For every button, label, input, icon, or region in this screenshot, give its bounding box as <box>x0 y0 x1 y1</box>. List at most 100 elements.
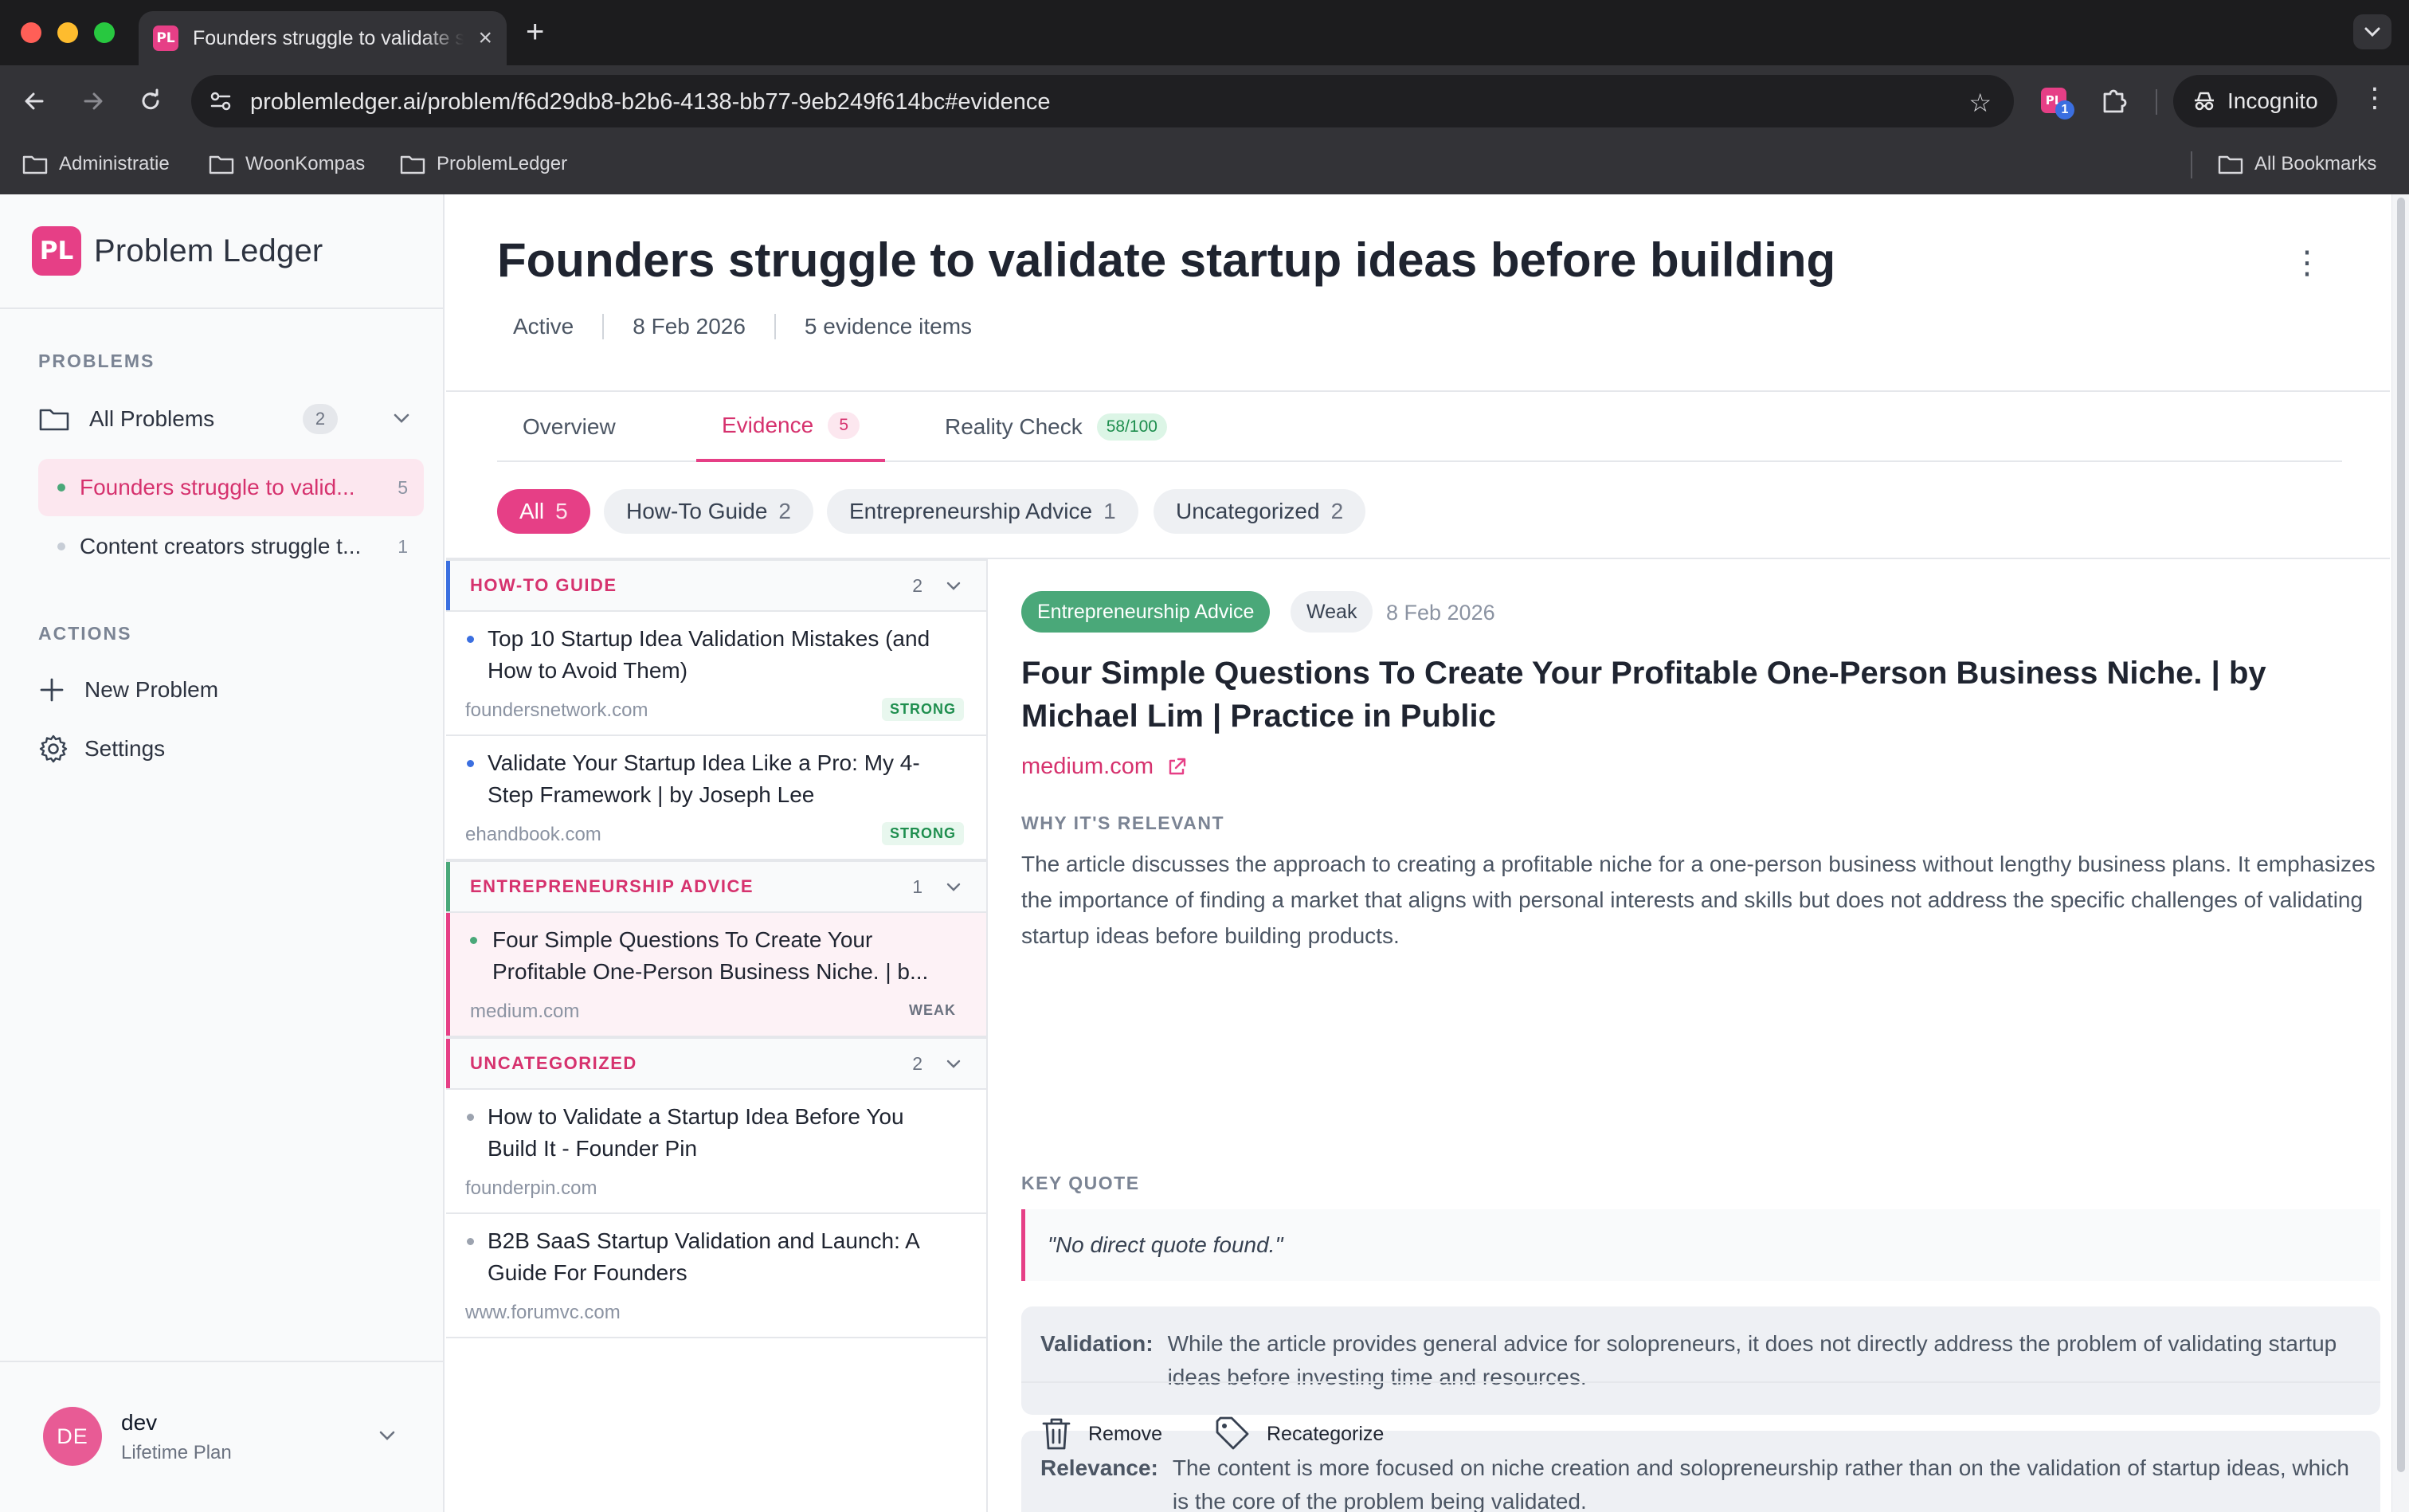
evidence-count: 5 evidence items <box>804 314 973 339</box>
bookmark-administratie[interactable]: Administratie <box>22 153 170 175</box>
evidence-domain: foundersnetwork.com <box>465 699 648 721</box>
chevron-down-icon[interactable] <box>945 881 962 894</box>
filter-uncategorized[interactable]: Uncategorized 2 <box>1154 489 1366 534</box>
tab-overview[interactable]: Overview <box>497 392 641 462</box>
source-link[interactable]: medium.com <box>1021 754 1187 780</box>
evidence-item-selected[interactable]: Four Simple Questions To Create Your Pro… <box>446 913 986 1037</box>
scrollbar-thumb[interactable] <box>2397 198 2405 1472</box>
avatar[interactable]: DE <box>43 1407 102 1466</box>
settings-label: Settings <box>84 736 166 761</box>
bookmark-star-icon[interactable]: ☆ <box>1968 88 1992 118</box>
source-domain: medium.com <box>1021 754 1154 779</box>
settings-button[interactable]: Settings <box>38 722 424 776</box>
category-dot <box>470 937 477 944</box>
evidence-title-line: How to Avoid Them) <box>488 658 688 683</box>
reload-icon[interactable] <box>132 83 169 119</box>
evidence-title-line: Top 10 Startup Idea Validation Mistakes … <box>488 626 930 651</box>
incognito-button[interactable]: Incognito <box>2173 75 2337 127</box>
forward-icon[interactable] <box>75 83 112 119</box>
browser-tab-active[interactable]: PL Founders struggle to validate startup… <box>139 11 507 65</box>
evidence-detail: Entrepreneurship Advice Weak 8 Feb 2026 … <box>989 559 2390 1512</box>
filter-all[interactable]: All 5 <box>497 489 590 534</box>
evidence-domain: medium.com <box>470 1001 580 1022</box>
selection-bar <box>446 913 450 1036</box>
evidence-item[interactable]: Validate Your Startup Idea Like a Pro: M… <box>446 736 986 860</box>
external-link-icon <box>1169 758 1186 774</box>
minimize-window-button[interactable] <box>57 22 78 43</box>
site-settings-icon[interactable] <box>209 89 233 117</box>
group-header-entrepreneurship-advice[interactable]: ENTREPRENEURSHIP ADVICE 1 <box>446 860 986 913</box>
new-problem-label: New Problem <box>84 677 219 702</box>
folder-icon <box>22 155 48 174</box>
folder-icon <box>39 409 69 431</box>
group-header-how-to-guide[interactable]: HOW-TO GUIDE 2 <box>446 559 986 612</box>
score-badge: 58/100 <box>1096 413 1167 441</box>
browser-menu-icon[interactable]: ⋮ <box>2361 84 2388 112</box>
tab-strip: PL Founders struggle to validate startup… <box>0 0 2409 65</box>
actions-section-heading: ACTIONS <box>38 623 132 644</box>
evidence-title-line: Four Simple Questions To Create Your <box>492 927 873 952</box>
tab-reality-check[interactable]: Reality Check 58/100 <box>919 392 1193 462</box>
filter-how-to-guide[interactable]: How-To Guide 2 <box>604 489 813 534</box>
extension-badge: 1 <box>2055 100 2074 119</box>
page-scrollbar[interactable] <box>2391 194 2409 1512</box>
evidence-item[interactable]: B2B SaaS Startup Validation and Launch: … <box>446 1214 986 1338</box>
remove-button[interactable]: Remove <box>1040 1416 1162 1451</box>
filter-count: 1 <box>1103 499 1116 523</box>
maximize-window-button[interactable] <box>94 22 115 43</box>
evidence-domain: www.forumvc.com <box>465 1302 621 1323</box>
evidence-item[interactable]: How to Validate a Startup Idea Before Yo… <box>446 1090 986 1214</box>
tab-search-icon[interactable] <box>2353 14 2391 49</box>
strength-badge: STRONG <box>881 822 964 845</box>
group-header-uncategorized[interactable]: UNCATEGORIZED 2 <box>446 1037 986 1090</box>
group-color-bar <box>446 561 450 610</box>
extensions-puzzle-icon[interactable] <box>2098 84 2130 120</box>
chevron-down-icon[interactable] <box>945 1058 962 1071</box>
folder-icon <box>2218 155 2243 174</box>
bookmark-label: ProblemLedger <box>437 153 568 174</box>
bookmark-woonkompas[interactable]: WoonKompas <box>209 153 365 175</box>
evidence-title-line: How to Validate a Startup Idea Before Yo… <box>488 1104 904 1129</box>
close-tab-icon[interactable]: × <box>478 26 492 50</box>
new-problem-button[interactable]: New Problem <box>38 663 424 717</box>
app-root: PL Problem Ledger PROBLEMS All Problems … <box>0 194 2409 1512</box>
app-logo[interactable]: PL Problem Ledger <box>32 226 323 276</box>
user-name: dev <box>121 1410 158 1435</box>
toolbar-separator <box>2156 89 2157 115</box>
recategorize-button[interactable]: Recategorize <box>1214 1416 1384 1451</box>
back-icon[interactable] <box>16 83 53 119</box>
evidence-item[interactable]: Top 10 Startup Idea Validation Mistakes … <box>446 612 986 736</box>
tab-bar: Overview Evidence 5 Reality Check 58/100 <box>497 392 2342 462</box>
all-bookmarks-button[interactable]: All Bookmarks <box>2218 153 2376 175</box>
bookmark-problemledger[interactable]: ProblemLedger <box>400 153 567 175</box>
tab-label: Evidence <box>722 413 814 437</box>
group-count: 1 <box>912 875 922 897</box>
main-content: Founders struggle to validate startup id… <box>446 194 2390 1512</box>
sidebar-divider <box>0 1361 443 1362</box>
folder-icon <box>209 155 234 174</box>
sidebar-item-all-problems[interactable]: All Problems 2 <box>38 392 424 446</box>
chevron-down-icon[interactable] <box>392 411 411 425</box>
address-bar[interactable]: problemledger.ai/problem/f6d29db8-b2b6-4… <box>191 75 2014 127</box>
strength-badge: WEAK <box>909 1002 956 1018</box>
close-window-button[interactable] <box>21 22 41 43</box>
browser-chrome: PL Founders struggle to validate startup… <box>0 0 2409 194</box>
evidence-title: Four Simple Questions To Create Your Pro… <box>492 924 967 988</box>
more-options-icon[interactable]: ⋮ <box>2291 247 2323 279</box>
status-badge: Active <box>513 314 574 339</box>
sidebar-problem-content-creators[interactable]: Content creators struggle t... 1 <box>38 518 424 575</box>
new-tab-icon[interactable]: + <box>526 16 544 48</box>
tab-evidence[interactable]: Evidence 5 <box>696 392 886 462</box>
created-date: 8 Feb 2026 <box>633 314 746 339</box>
evidence-domain: ehandbook.com <box>465 824 601 845</box>
filter-entrepreneurship-advice[interactable]: Entrepreneurship Advice 1 <box>827 489 1138 534</box>
sidebar-problem-founders[interactable]: Founders struggle to valid... 5 <box>38 459 424 516</box>
app-name: Problem Ledger <box>94 233 323 268</box>
all-bookmarks-label: All Bookmarks <box>2254 153 2377 174</box>
evidence-title-line: Profitable One-Person Business Niche. | … <box>492 959 929 984</box>
why-relevant-text: The article discusses the approach to cr… <box>1021 852 2376 948</box>
chevron-down-icon[interactable] <box>945 580 962 593</box>
group-name: HOW-TO GUIDE <box>470 575 617 595</box>
all-problems-count: 2 <box>303 404 338 434</box>
chevron-down-icon[interactable] <box>376 1428 398 1443</box>
